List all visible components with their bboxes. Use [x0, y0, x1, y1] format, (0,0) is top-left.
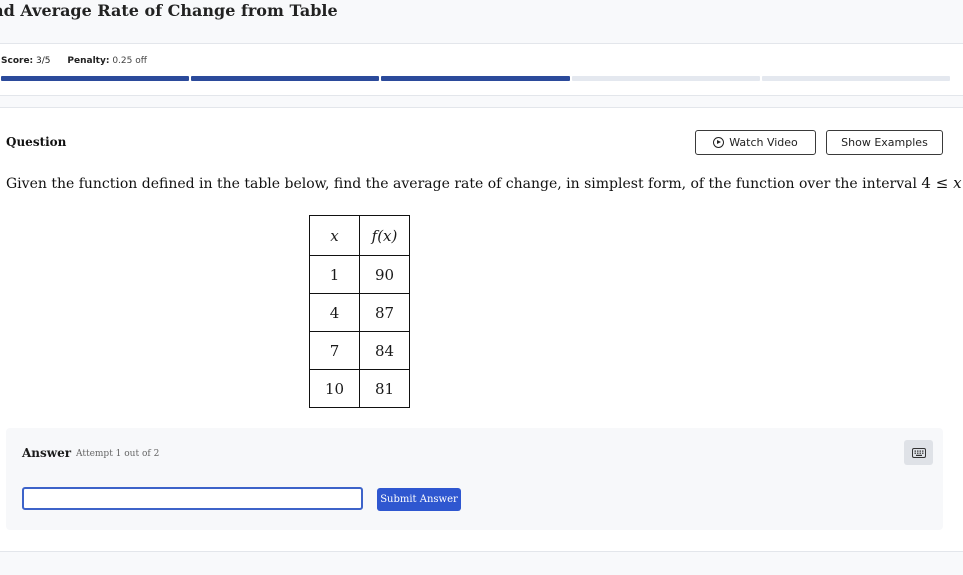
progress-segment	[1, 76, 190, 81]
interval-le1: ≤	[935, 174, 949, 192]
score-line: Score: 3/5 Penalty: 0.25 off	[1, 56, 147, 66]
penalty-value: 0.25 off	[112, 56, 147, 66]
col-header-fx: f(x)	[359, 215, 410, 256]
question-panel: Question Watch Video Show Examples Given…	[0, 107, 963, 552]
answer-label: Answer	[22, 446, 72, 460]
progress-bar	[1, 76, 950, 81]
keyboard-toggle-button[interactable]	[904, 440, 933, 465]
table-row: 10 81	[309, 369, 410, 408]
table-row: 4 87	[309, 293, 410, 332]
question-prompt: Given the function defined in the table …	[6, 174, 963, 192]
progress-segment	[761, 76, 950, 81]
interval-lower: 4	[921, 174, 931, 192]
cell-fx: 84	[359, 331, 410, 370]
cell-fx: 81	[359, 369, 410, 408]
progress-segment	[191, 76, 380, 81]
prompt-text: Given the function defined in the table …	[6, 176, 917, 192]
progress-segment	[381, 76, 570, 81]
answer-panel: Answer Attempt 1 out of 2 Submit Answer	[6, 428, 943, 530]
score-label: Score:	[1, 56, 34, 66]
table-row: 1 90	[309, 255, 410, 294]
penalty-label: Penalty:	[67, 56, 110, 66]
cell-x: 10	[309, 369, 360, 408]
play-circle-icon	[713, 137, 725, 148]
score-value: 3/5	[36, 56, 51, 66]
col-header-x: x	[309, 215, 360, 256]
cell-fx: 90	[359, 255, 410, 294]
penalty: Penalty: 0.25 off	[67, 56, 147, 66]
page-header: nd Average Rate of Change from Table	[0, 0, 963, 44]
watch-video-label: Watch Video	[729, 136, 798, 149]
interval-var: x	[953, 174, 962, 192]
cell-x: 7	[309, 331, 360, 370]
show-examples-label: Show Examples	[841, 136, 928, 149]
answer-input[interactable]	[22, 487, 363, 510]
page-title: nd Average Rate of Change from Table	[0, 1, 338, 20]
cell-x: 1	[309, 255, 360, 294]
interval-math: 4 ≤ x ≤ 7.	[921, 174, 963, 192]
attempt-counter: Attempt 1 out of 2	[76, 449, 160, 459]
cell-fx: 87	[359, 293, 410, 332]
cell-x: 4	[309, 293, 360, 332]
function-table: x f(x) 1 90 4 87 7 84 10 81	[309, 215, 410, 408]
question-label: Question	[6, 135, 67, 149]
keyboard-icon	[911, 447, 926, 458]
show-examples-button[interactable]: Show Examples	[826, 130, 943, 155]
watch-video-button[interactable]: Watch Video	[695, 130, 816, 155]
table-row: 7 84	[309, 331, 410, 370]
submit-answer-button[interactable]: Submit Answer	[377, 488, 461, 511]
progress-segment	[571, 76, 760, 81]
score-bar: Score: 3/5 Penalty: 0.25 off	[0, 44, 963, 96]
